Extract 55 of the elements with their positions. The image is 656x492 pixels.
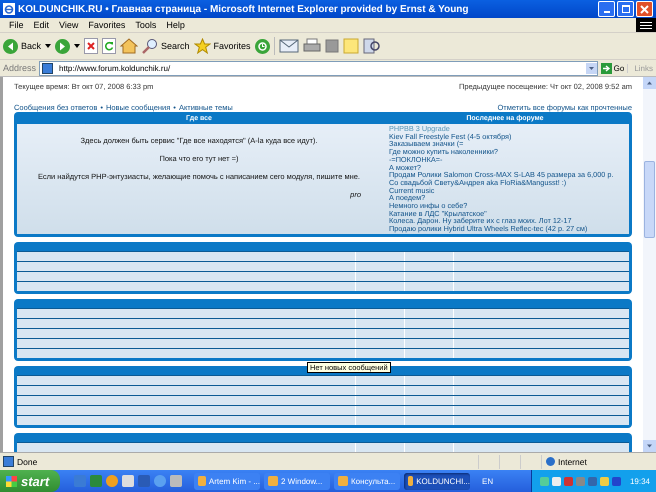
dropdown-arrow-icon[interactable] [45, 44, 52, 48]
address-label: Address [3, 63, 36, 73]
close-icon [640, 4, 649, 14]
taskbar-button[interactable]: Консульта... [334, 472, 400, 490]
page-icon [3, 456, 14, 467]
clock-text: 19:34 [630, 476, 650, 486]
dropdown-arrow-icon[interactable] [74, 44, 80, 48]
app-icon [338, 476, 348, 486]
stop-button[interactable] [84, 38, 98, 54]
scrollbar[interactable] [643, 77, 656, 452]
taskbar-button[interactable]: KOLDUNCHI... [404, 472, 470, 490]
arrow-icon [600, 62, 612, 74]
menu-item[interactable]: File [4, 20, 29, 30]
quick-launch-icon[interactable] [106, 475, 118, 487]
menu-item[interactable]: Help [161, 20, 190, 30]
note-button[interactable] [342, 38, 359, 54]
windows-logo-icon [6, 476, 17, 486]
home-button[interactable] [120, 38, 138, 54]
back-button[interactable]: Back [3, 38, 42, 54]
page-icon [42, 62, 54, 74]
status-text: Done [17, 456, 38, 466]
menu-item[interactable]: View [54, 20, 84, 30]
scroll-up-button[interactable] [643, 77, 656, 89]
scroll-thumb[interactable] [644, 161, 655, 238]
language-indicator[interactable]: EN [482, 476, 494, 486]
print-button[interactable] [302, 38, 321, 54]
app-icon [408, 476, 414, 486]
close-button[interactable] [636, 1, 653, 17]
search-button[interactable]: Search [142, 38, 190, 54]
scroll-down-button[interactable] [643, 440, 656, 452]
minimize-button[interactable] [598, 1, 615, 17]
start-button[interactable]: start [0, 470, 60, 492]
address-field[interactable]: http://www.forum.koldunchik.ru/ [39, 60, 598, 76]
star-icon [194, 38, 211, 54]
logo-icon [636, 18, 656, 32]
menu-item[interactable]: Favorites [83, 20, 130, 30]
menu-item[interactable]: Edit [28, 20, 54, 30]
taskbar-button[interactable]: Artem Kim - ... [194, 472, 260, 490]
refresh-button[interactable] [102, 38, 116, 54]
window-title: KOLDUNCHIK.RU • Главная страница - Microsoft Internet Explorer provided by Ernst & Young [18, 4, 470, 14]
quick-launch-icon[interactable] [154, 475, 166, 487]
taskbar-button[interactable]: 2 Window... [264, 472, 330, 490]
go-button[interactable]: Go [600, 62, 624, 74]
app-icon [198, 476, 206, 486]
menu-item[interactable]: Tools [130, 20, 162, 30]
globe-icon [546, 457, 555, 466]
maximize-button[interactable] [617, 1, 634, 17]
browser-icon [3, 3, 15, 15]
favorites-button[interactable]: Favorites [194, 38, 251, 54]
history-button[interactable] [254, 38, 270, 54]
app-icon [268, 476, 278, 486]
zone-text: Internet [558, 456, 587, 466]
mail-button[interactable] [278, 39, 299, 53]
quick-launch-icon[interactable] [122, 475, 134, 487]
search-icon [142, 38, 158, 54]
